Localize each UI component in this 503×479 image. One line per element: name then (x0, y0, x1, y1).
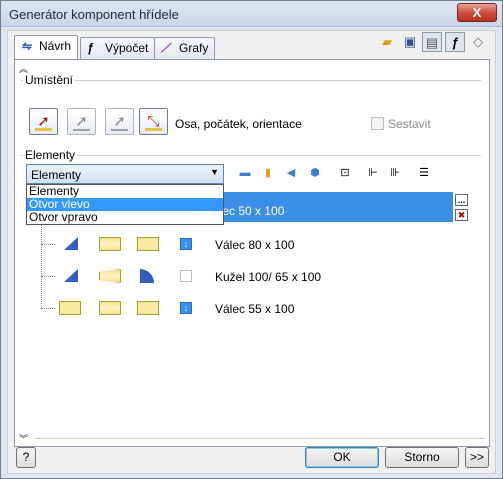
chevron-down-icon: ▼ (210, 167, 219, 177)
save-icon[interactable]: ▣ (400, 32, 420, 52)
expand-bottom-icon[interactable]: ︾ (19, 432, 28, 445)
tree-line (41, 308, 55, 309)
help-button[interactable]: ? (16, 447, 36, 468)
delete-icon[interactable]: ✖ (455, 209, 468, 221)
ok-button[interactable]: OK (305, 447, 379, 468)
assemble-checkbox[interactable] (371, 117, 384, 130)
tab-vypocet[interactable]: ƒ Výpočet (80, 37, 156, 59)
placement-label: Umístění (23, 73, 76, 87)
tree-line (41, 244, 55, 245)
fillet-right-icon[interactable] (140, 269, 154, 283)
cylinder-icon[interactable]: ▬ (237, 166, 253, 180)
row-4-text: Válec 55 x 100 (215, 302, 295, 316)
open-folder-icon[interactable]: ▰ (377, 32, 397, 52)
orientation-select-button[interactable]: ➚ (105, 108, 134, 135)
results-icon[interactable]: ▤ (422, 32, 442, 52)
tab-grafy-label: Grafy (179, 41, 209, 55)
fx-icon[interactable]: ƒ (445, 32, 465, 52)
tab-grafy[interactable]: ⟋ Grafy (154, 37, 216, 59)
combo-value: Elementy (31, 168, 82, 182)
elements-label: Elementy (23, 148, 78, 162)
tree-expand-icon[interactable]: ⊩ (365, 166, 381, 180)
tab-navrh[interactable]: ⇋ Návrh (14, 35, 79, 59)
empty-feature-slot[interactable] (180, 270, 192, 282)
insert-element-icon[interactable]: ⊡ (337, 166, 353, 180)
cylinder-section-icon[interactable] (99, 237, 121, 251)
tree-collapse-icon[interactable]: ⊪ (387, 166, 403, 180)
tab-vypocet-label: Výpočet (105, 41, 149, 55)
eraser-icon[interactable]: ◇ (468, 32, 488, 52)
chamfer-left-icon[interactable] (59, 301, 81, 315)
cursor-arrow-icon: ➚ (75, 113, 88, 130)
add-feature-icon[interactable]: ↓ (180, 238, 192, 250)
elements-dropdown-list: Elementy Otvor vlevo Otvor vpravo (26, 184, 224, 225)
cursor-arrow-icon: ➚ (37, 113, 50, 130)
axis-origin-text: Osa, počátek, orientace (175, 117, 302, 131)
chamfer-left-icon[interactable] (64, 237, 78, 250)
chamfer-right-icon[interactable] (137, 301, 159, 315)
close-button[interactable]: X (457, 3, 497, 22)
expand-dialog-button[interactable]: >> (465, 447, 489, 468)
fx-calculation-icon: ƒ (87, 41, 94, 55)
placement-divider (21, 80, 481, 81)
dialog-window: Generátor komponent hřídele X ⇋ Návrh ƒ Vý… (0, 0, 503, 479)
tab-navrh-label: Návrh (39, 39, 72, 53)
elements-divider (21, 155, 481, 156)
cursor-arrow-icon: ➚ (113, 113, 126, 130)
assemble-label: Sestavit (388, 117, 431, 131)
title-bar[interactable]: Generátor komponent hřídele X (1, 1, 502, 27)
shaft-design-icon: ⇋ (21, 39, 32, 53)
tree-line (41, 220, 42, 308)
list-view-icon[interactable]: ☰ (416, 166, 432, 180)
chamfer-right-icon[interactable] (137, 237, 159, 251)
cancel-button[interactable]: Storno (385, 447, 459, 468)
row-2-text: Válec 80 x 100 (215, 238, 295, 252)
axis-select-button[interactable]: ➚ (29, 108, 58, 135)
start-select-button[interactable]: ➚ (67, 108, 96, 135)
add-feature-icon[interactable]: ↓ (180, 302, 192, 314)
flip-button[interactable]: ⤡ (139, 108, 168, 135)
row-3-text: Kužel 100/ 65 x 100 (215, 270, 322, 284)
dropdown-option-otvor-vpravo[interactable]: Otvor vpravo (27, 211, 223, 224)
window-title: Generátor komponent hřídele (9, 7, 179, 22)
elements-combo[interactable]: Elementy ▼ (26, 164, 224, 184)
dialog-client: ⇋ Návrh ƒ Výpočet ⟋ Grafy ▰ ▣ ▤ ƒ ◇ ︽ Umíst… (7, 30, 496, 474)
more-button[interactable]: ... (455, 194, 468, 206)
bottom-divider (35, 438, 485, 439)
polygon-icon[interactable]: ⬢ (307, 166, 323, 180)
flip-arrow-icon: ⤡ (147, 113, 160, 130)
cylinder-step-icon[interactable]: ▮ (260, 166, 276, 180)
cone-section-icon[interactable] (99, 269, 121, 283)
graph-icon: ⟋ (161, 41, 170, 55)
tree-line (41, 276, 55, 277)
design-panel: ︽ Umístění ➚ ➚ ➚ ⤡ Osa, počátek, orienta… (14, 59, 490, 447)
cylinder-section-icon[interactable] (99, 301, 121, 315)
chamfer-left-icon[interactable] (64, 269, 78, 282)
cone-icon[interactable]: ◀ (283, 166, 299, 180)
